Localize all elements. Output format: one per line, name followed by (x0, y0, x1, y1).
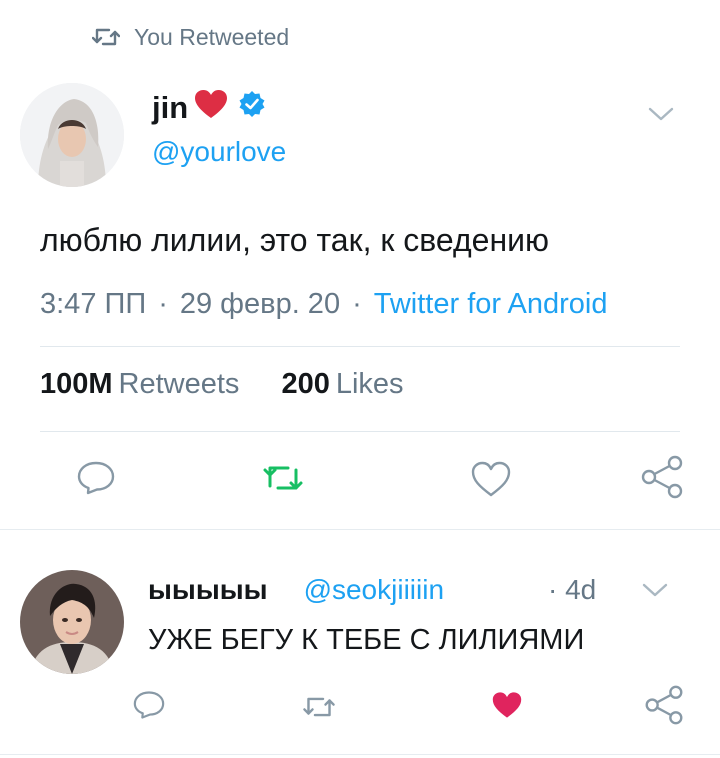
reply-author-avatar[interactable] (20, 570, 124, 674)
meta-separator: · (352, 288, 362, 320)
verified-badge-icon (238, 90, 266, 126)
tweet-meta: 3:47 ПП · 29 февр. 20 · Twitter for Andr… (40, 288, 607, 321)
author-name[interactable]: jin (152, 86, 266, 130)
chevron-down-icon[interactable] (648, 106, 674, 127)
share-icon[interactable] (644, 684, 684, 731)
reply-author-name[interactable]: ыыыыы (148, 574, 268, 606)
chevron-down-icon[interactable] (642, 582, 668, 603)
author-handle[interactable]: @yourlove (152, 136, 286, 168)
section-divider (0, 754, 720, 755)
like-icon-liked[interactable] (490, 690, 524, 725)
retweet-count: 100M (40, 368, 113, 400)
reply-timestamp: · 4d (548, 574, 597, 605)
heart-emoji-icon (194, 89, 228, 127)
tweet-text: люблю лилии, это так, к сведению (40, 222, 549, 258)
likes-stat[interactable]: 200 Likes (281, 368, 403, 401)
tweet-client-link[interactable]: Twitter for Android (374, 288, 608, 321)
retweet-label: Retweets (118, 368, 240, 400)
retweet-context: You Retweeted (92, 22, 289, 52)
reply-author-handle[interactable]: @seokjiiiiin (304, 574, 444, 606)
reply-icon[interactable] (76, 460, 116, 501)
reply-text: УЖЕ БЕГУ К ТЕБЕ С ЛИЛИЯМИ (148, 624, 585, 656)
retweet-context-label: You Retweeted (134, 23, 290, 50)
divider (40, 431, 680, 432)
like-icon[interactable] (470, 460, 512, 503)
tweet-stats: 100M Retweets 200 Likes (40, 368, 404, 401)
tweet-detail-screen: You Retweeted jin @yourlove люблю лилии,… (0, 0, 720, 758)
author-avatar[interactable] (20, 83, 124, 187)
like-count: 200 (281, 368, 330, 400)
retweet-button-icon[interactable] (262, 462, 304, 499)
meta-separator: · (158, 288, 168, 320)
tweet-time: 3:47 ПП (40, 288, 147, 320)
section-divider (0, 529, 720, 530)
retweets-stat[interactable]: 100M Retweets (40, 368, 239, 401)
author-name-text: jin (152, 90, 189, 125)
share-icon[interactable] (640, 454, 684, 505)
like-label: Likes (335, 368, 404, 400)
reply-header: ыыыыы @seokjiiiiin (148, 574, 444, 606)
divider (40, 346, 680, 347)
tweet-date: 29 февр. 20 (179, 288, 341, 320)
reply-icon[interactable] (132, 690, 166, 725)
retweet-icon[interactable] (302, 694, 336, 725)
retweet-icon (92, 26, 120, 48)
